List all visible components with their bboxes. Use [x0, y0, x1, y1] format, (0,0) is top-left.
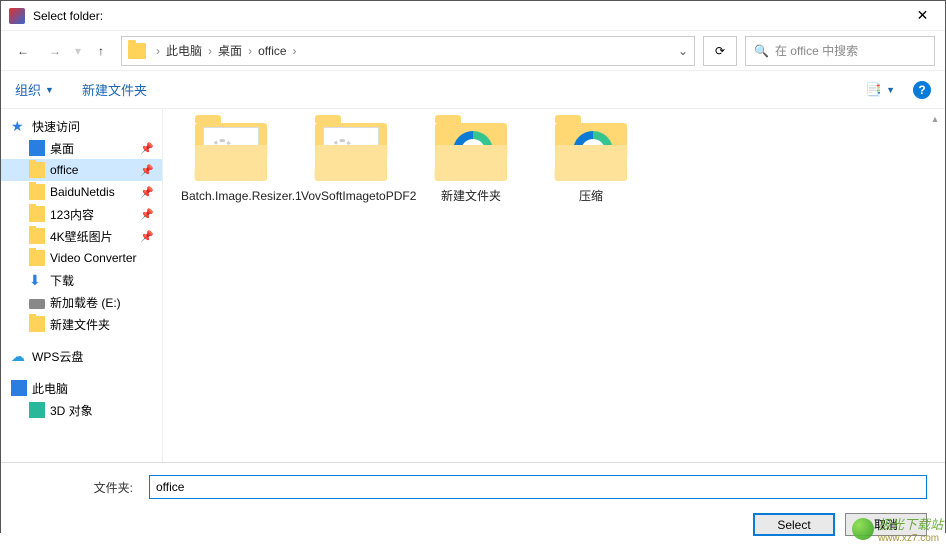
folder-vovsoft[interactable]: VovSoftImagetoPDF2	[301, 123, 401, 205]
sidebar-item-office[interactable]: office 📌	[1, 159, 162, 181]
folder-icon	[29, 228, 45, 244]
folder-icon	[29, 316, 45, 332]
sidebar-label: 下载	[50, 272, 74, 289]
folder-icon	[29, 250, 45, 266]
back-button[interactable]: ←	[11, 39, 35, 63]
sidebar-quick-access[interactable]: ★ 快速访问	[1, 115, 162, 137]
search-placeholder: 在 office 中搜索	[775, 42, 858, 59]
folder-icon	[195, 123, 267, 181]
forward-button: →	[43, 39, 67, 63]
cube-icon	[29, 402, 45, 418]
folder-icon	[555, 123, 627, 181]
close-button[interactable]: ✕	[900, 1, 945, 31]
folder-compress[interactable]: 压缩	[541, 123, 641, 205]
pin-icon: 📌	[140, 186, 154, 199]
pin-icon: 📌	[140, 230, 154, 243]
cloud-icon: ☁	[11, 348, 27, 364]
breadcrumb-item[interactable]: 桌面	[216, 42, 244, 59]
sidebar-item-downloads[interactable]: ⬇ 下载	[1, 269, 162, 291]
sidebar-label: WPS云盘	[32, 348, 83, 365]
pc-icon	[11, 380, 27, 396]
desktop-icon	[29, 140, 45, 156]
folder-name-label: 文件夹:	[19, 479, 139, 496]
sidebar-label: 新加载卷 (E:)	[50, 294, 121, 311]
sidebar-label: 新建文件夹	[50, 316, 110, 333]
folder-icon	[29, 162, 45, 178]
pin-icon: 📌	[140, 142, 154, 155]
sidebar-item-drive-e[interactable]: 新加载卷 (E:)	[1, 291, 162, 313]
new-folder-button[interactable]: 新建文件夹	[82, 80, 147, 99]
app-icon	[9, 8, 25, 24]
sidebar-label: 快速访问	[32, 118, 80, 135]
nav-separator: ▾	[75, 44, 81, 58]
view-menu[interactable]: 📑 ▼	[866, 82, 895, 98]
folder-icon	[128, 43, 146, 59]
pin-icon: 📌	[140, 208, 154, 221]
folder-batch-image-resizer[interactable]: Batch.Image.Resizer.1	[181, 123, 281, 205]
address-bar[interactable]: › 此电脑 › 桌面 › office › ⌄	[121, 36, 695, 66]
folder-name-input[interactable]	[149, 475, 927, 499]
search-icon: 🔍	[754, 44, 769, 58]
star-icon: ★	[11, 118, 27, 134]
chevron-down-icon: ▼	[45, 85, 54, 95]
sidebar-label: 123内容	[50, 206, 94, 223]
folder-icon	[315, 123, 387, 181]
sidebar-item-baidunetdisk[interactable]: BaiduNetdis 📌	[1, 181, 162, 203]
organize-label: 组织	[15, 80, 41, 99]
sidebar-3d-objects[interactable]: 3D 对象	[1, 399, 162, 421]
folder-icon	[435, 123, 507, 181]
sidebar-item-desktop[interactable]: 桌面 📌	[1, 137, 162, 159]
help-button[interactable]: ?	[913, 81, 931, 99]
folder-label: 新建文件夹	[421, 189, 521, 205]
folder-label: 压缩	[541, 189, 641, 205]
chevron-right-icon: ›	[289, 44, 301, 58]
address-dropdown[interactable]: ⌄	[678, 44, 688, 58]
chevron-right-icon: ›	[204, 44, 216, 58]
window-title: Select folder:	[33, 9, 900, 23]
sidebar-label: 桌面	[50, 140, 74, 157]
sidebar-wps[interactable]: ☁ WPS云盘	[1, 345, 162, 367]
sidebar: ★ 快速访问 桌面 📌 office 📌 BaiduNetdis 📌 123内容…	[1, 109, 163, 462]
up-button[interactable]: ↑	[89, 39, 113, 63]
folder-icon	[29, 206, 45, 222]
sidebar-label: 此电脑	[32, 380, 68, 397]
folder-new[interactable]: 新建文件夹	[421, 123, 521, 205]
chevron-right-icon: ›	[152, 44, 164, 58]
folder-label: Batch.Image.Resizer.1	[181, 189, 281, 205]
chevron-down-icon: ▼	[886, 85, 895, 95]
sidebar-item-123[interactable]: 123内容 📌	[1, 203, 162, 225]
folder-label: VovSoftImagetoPDF2	[301, 189, 401, 205]
sidebar-item-videoconv[interactable]: Video Converter	[1, 247, 162, 269]
new-folder-label: 新建文件夹	[82, 80, 147, 99]
organize-menu[interactable]: 组织 ▼	[15, 80, 54, 99]
folder-icon	[29, 184, 45, 200]
content-area[interactable]: ▴ Batch.Image.Resizer.1 VovSoftImagetoPD…	[163, 109, 945, 462]
drive-icon	[29, 299, 45, 309]
chevron-right-icon: ›	[244, 44, 256, 58]
scroll-up-icon[interactable]: ▴	[927, 111, 943, 127]
view-icon: 📑	[866, 82, 882, 98]
sidebar-label: 3D 对象	[50, 402, 93, 419]
breadcrumb-item[interactable]: 此电脑	[164, 42, 204, 59]
breadcrumb-item[interactable]: office	[256, 44, 288, 58]
sidebar-item-4k[interactable]: 4K壁纸图片 📌	[1, 225, 162, 247]
sidebar-label: Video Converter	[50, 251, 137, 265]
sidebar-label: office	[50, 163, 78, 177]
sidebar-label: 4K壁纸图片	[50, 228, 113, 245]
sidebar-this-pc[interactable]: 此电脑	[1, 377, 162, 399]
sidebar-label: BaiduNetdis	[50, 185, 115, 199]
download-icon: ⬇	[29, 272, 45, 288]
pin-icon: 📌	[140, 164, 154, 177]
refresh-button[interactable]: ⟳	[703, 36, 737, 66]
search-input[interactable]: 🔍 在 office 中搜索	[745, 36, 935, 66]
sidebar-item-newfolder[interactable]: 新建文件夹	[1, 313, 162, 335]
